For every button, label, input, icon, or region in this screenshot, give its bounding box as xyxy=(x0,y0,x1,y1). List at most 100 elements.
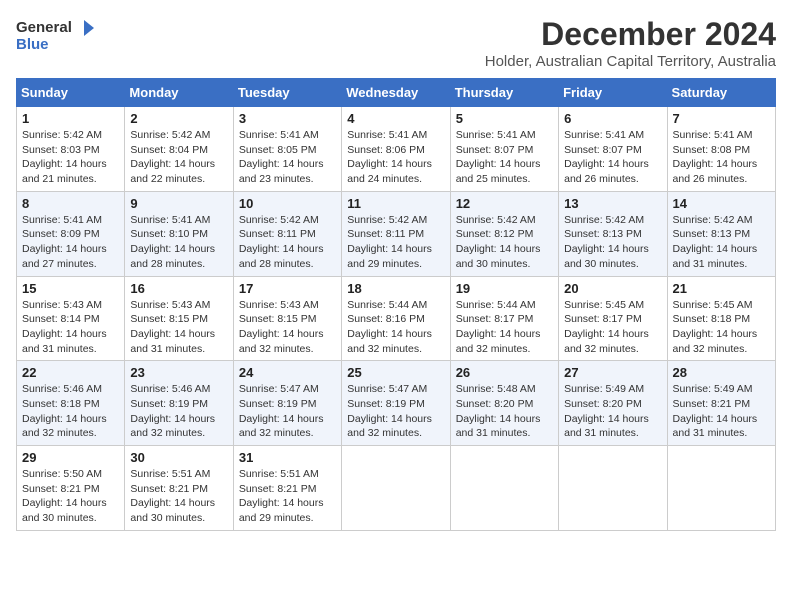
day-header-friday: Friday xyxy=(559,79,667,107)
day-number: 1 xyxy=(22,111,119,126)
day-number: 26 xyxy=(456,365,553,380)
calendar-cell xyxy=(667,446,775,531)
day-info: Sunrise: 5:42 AMSunset: 8:11 PMDaylight:… xyxy=(239,214,324,270)
title-area: December 2024 Holder, Australian Capital… xyxy=(485,16,776,70)
day-header-sunday: Sunday xyxy=(17,79,125,107)
day-info: Sunrise: 5:41 AMSunset: 8:06 PMDaylight:… xyxy=(347,129,432,185)
logo-icon: General Blue xyxy=(16,16,96,56)
calendar-header: SundayMondayTuesdayWednesdayThursdayFrid… xyxy=(17,79,776,107)
day-info: Sunrise: 5:45 AMSunset: 8:17 PMDaylight:… xyxy=(564,299,649,355)
day-header-monday: Monday xyxy=(125,79,233,107)
calendar-cell: 5 Sunrise: 5:41 AMSunset: 8:07 PMDayligh… xyxy=(450,107,558,192)
day-number: 5 xyxy=(456,111,553,126)
day-number: 23 xyxy=(130,365,227,380)
calendar-cell: 16 Sunrise: 5:43 AMSunset: 8:15 PMDaylig… xyxy=(125,276,233,361)
calendar-cell: 10 Sunrise: 5:42 AMSunset: 8:11 PMDaylig… xyxy=(233,191,341,276)
calendar-cell: 13 Sunrise: 5:42 AMSunset: 8:13 PMDaylig… xyxy=(559,191,667,276)
day-number: 31 xyxy=(239,450,336,465)
day-info: Sunrise: 5:42 AMSunset: 8:13 PMDaylight:… xyxy=(673,214,758,270)
calendar-week-1: 1 Sunrise: 5:42 AMSunset: 8:03 PMDayligh… xyxy=(17,107,776,192)
day-number: 14 xyxy=(673,196,770,211)
day-number: 15 xyxy=(22,281,119,296)
calendar-cell: 8 Sunrise: 5:41 AMSunset: 8:09 PMDayligh… xyxy=(17,191,125,276)
day-number: 17 xyxy=(239,281,336,296)
day-number: 7 xyxy=(673,111,770,126)
calendar-cell: 1 Sunrise: 5:42 AMSunset: 8:03 PMDayligh… xyxy=(17,107,125,192)
calendar-cell: 7 Sunrise: 5:41 AMSunset: 8:08 PMDayligh… xyxy=(667,107,775,192)
day-info: Sunrise: 5:47 AMSunset: 8:19 PMDaylight:… xyxy=(347,383,432,439)
day-info: Sunrise: 5:41 AMSunset: 8:08 PMDaylight:… xyxy=(673,129,758,185)
day-info: Sunrise: 5:43 AMSunset: 8:15 PMDaylight:… xyxy=(239,299,324,355)
calendar-cell: 30 Sunrise: 5:51 AMSunset: 8:21 PMDaylig… xyxy=(125,446,233,531)
main-title: December 2024 xyxy=(485,16,776,53)
day-info: Sunrise: 5:47 AMSunset: 8:19 PMDaylight:… xyxy=(239,383,324,439)
day-number: 11 xyxy=(347,196,444,211)
calendar-cell: 14 Sunrise: 5:42 AMSunset: 8:13 PMDaylig… xyxy=(667,191,775,276)
day-info: Sunrise: 5:42 AMSunset: 8:13 PMDaylight:… xyxy=(564,214,649,270)
day-info: Sunrise: 5:45 AMSunset: 8:18 PMDaylight:… xyxy=(673,299,758,355)
sub-title: Holder, Australian Capital Territory, Au… xyxy=(485,53,776,70)
day-info: Sunrise: 5:42 AMSunset: 8:03 PMDaylight:… xyxy=(22,129,107,185)
day-info: Sunrise: 5:49 AMSunset: 8:21 PMDaylight:… xyxy=(673,383,758,439)
day-info: Sunrise: 5:41 AMSunset: 8:07 PMDaylight:… xyxy=(564,129,649,185)
calendar-table: SundayMondayTuesdayWednesdayThursdayFrid… xyxy=(16,78,776,531)
calendar-cell: 31 Sunrise: 5:51 AMSunset: 8:21 PMDaylig… xyxy=(233,446,341,531)
day-info: Sunrise: 5:42 AMSunset: 8:04 PMDaylight:… xyxy=(130,129,215,185)
calendar-week-3: 15 Sunrise: 5:43 AMSunset: 8:14 PMDaylig… xyxy=(17,276,776,361)
calendar-cell: 27 Sunrise: 5:49 AMSunset: 8:20 PMDaylig… xyxy=(559,361,667,446)
calendar-cell: 4 Sunrise: 5:41 AMSunset: 8:06 PMDayligh… xyxy=(342,107,450,192)
day-info: Sunrise: 5:41 AMSunset: 8:10 PMDaylight:… xyxy=(130,214,215,270)
day-number: 30 xyxy=(130,450,227,465)
day-number: 29 xyxy=(22,450,119,465)
calendar-cell: 19 Sunrise: 5:44 AMSunset: 8:17 PMDaylig… xyxy=(450,276,558,361)
day-number: 28 xyxy=(673,365,770,380)
day-info: Sunrise: 5:51 AMSunset: 8:21 PMDaylight:… xyxy=(239,468,324,524)
calendar-cell: 6 Sunrise: 5:41 AMSunset: 8:07 PMDayligh… xyxy=(559,107,667,192)
day-number: 16 xyxy=(130,281,227,296)
day-number: 24 xyxy=(239,365,336,380)
svg-text:Blue: Blue xyxy=(16,36,49,53)
day-number: 25 xyxy=(347,365,444,380)
day-number: 2 xyxy=(130,111,227,126)
calendar-week-2: 8 Sunrise: 5:41 AMSunset: 8:09 PMDayligh… xyxy=(17,191,776,276)
day-number: 13 xyxy=(564,196,661,211)
day-info: Sunrise: 5:43 AMSunset: 8:14 PMDaylight:… xyxy=(22,299,107,355)
day-number: 21 xyxy=(673,281,770,296)
day-header-saturday: Saturday xyxy=(667,79,775,107)
day-info: Sunrise: 5:46 AMSunset: 8:18 PMDaylight:… xyxy=(22,383,107,439)
day-number: 6 xyxy=(564,111,661,126)
day-number: 3 xyxy=(239,111,336,126)
day-info: Sunrise: 5:42 AMSunset: 8:11 PMDaylight:… xyxy=(347,214,432,270)
calendar-cell: 11 Sunrise: 5:42 AMSunset: 8:11 PMDaylig… xyxy=(342,191,450,276)
day-number: 9 xyxy=(130,196,227,211)
calendar-cell: 2 Sunrise: 5:42 AMSunset: 8:04 PMDayligh… xyxy=(125,107,233,192)
day-number: 19 xyxy=(456,281,553,296)
calendar-cell: 21 Sunrise: 5:45 AMSunset: 8:18 PMDaylig… xyxy=(667,276,775,361)
day-number: 27 xyxy=(564,365,661,380)
day-info: Sunrise: 5:41 AMSunset: 8:09 PMDaylight:… xyxy=(22,214,107,270)
day-info: Sunrise: 5:41 AMSunset: 8:07 PMDaylight:… xyxy=(456,129,541,185)
calendar-cell: 17 Sunrise: 5:43 AMSunset: 8:15 PMDaylig… xyxy=(233,276,341,361)
calendar-cell: 20 Sunrise: 5:45 AMSunset: 8:17 PMDaylig… xyxy=(559,276,667,361)
day-info: Sunrise: 5:44 AMSunset: 8:17 PMDaylight:… xyxy=(456,299,541,355)
day-info: Sunrise: 5:46 AMSunset: 8:19 PMDaylight:… xyxy=(130,383,215,439)
calendar-cell: 9 Sunrise: 5:41 AMSunset: 8:10 PMDayligh… xyxy=(125,191,233,276)
day-number: 8 xyxy=(22,196,119,211)
day-number: 18 xyxy=(347,281,444,296)
calendar-cell xyxy=(450,446,558,531)
day-info: Sunrise: 5:44 AMSunset: 8:16 PMDaylight:… xyxy=(347,299,432,355)
day-info: Sunrise: 5:42 AMSunset: 8:12 PMDaylight:… xyxy=(456,214,541,270)
calendar-cell: 15 Sunrise: 5:43 AMSunset: 8:14 PMDaylig… xyxy=(17,276,125,361)
calendar-cell: 18 Sunrise: 5:44 AMSunset: 8:16 PMDaylig… xyxy=(342,276,450,361)
calendar-cell: 12 Sunrise: 5:42 AMSunset: 8:12 PMDaylig… xyxy=(450,191,558,276)
calendar-week-4: 22 Sunrise: 5:46 AMSunset: 8:18 PMDaylig… xyxy=(17,361,776,446)
calendar-cell: 24 Sunrise: 5:47 AMSunset: 8:19 PMDaylig… xyxy=(233,361,341,446)
day-info: Sunrise: 5:49 AMSunset: 8:20 PMDaylight:… xyxy=(564,383,649,439)
day-info: Sunrise: 5:50 AMSunset: 8:21 PMDaylight:… xyxy=(22,468,107,524)
day-info: Sunrise: 5:51 AMSunset: 8:21 PMDaylight:… xyxy=(130,468,215,524)
calendar-cell: 23 Sunrise: 5:46 AMSunset: 8:19 PMDaylig… xyxy=(125,361,233,446)
logo: General Blue xyxy=(16,16,96,56)
calendar-cell: 26 Sunrise: 5:48 AMSunset: 8:20 PMDaylig… xyxy=(450,361,558,446)
page-header: General Blue December 2024 Holder, Austr… xyxy=(16,16,776,70)
calendar-cell: 29 Sunrise: 5:50 AMSunset: 8:21 PMDaylig… xyxy=(17,446,125,531)
